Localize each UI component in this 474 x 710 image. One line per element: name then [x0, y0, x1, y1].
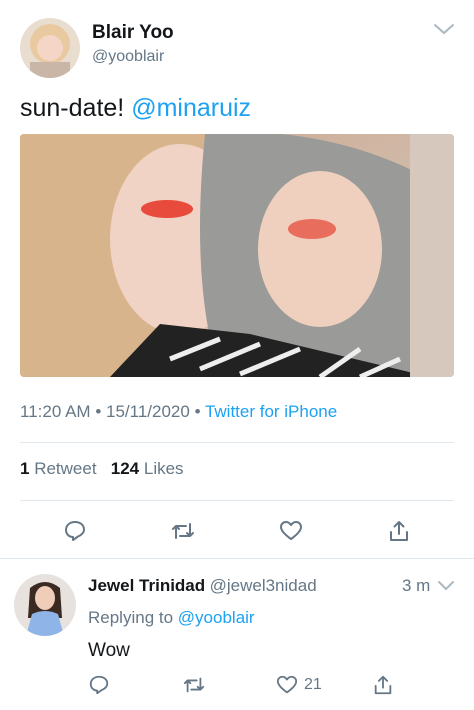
- like-count: 124: [110, 459, 140, 478]
- reply-timestamp: 3 m: [402, 576, 431, 595]
- tweet-source-link[interactable]: Twitter for iPhone: [205, 402, 337, 421]
- like-button[interactable]: [276, 516, 306, 546]
- reply-author-handle[interactable]: @jewel3nidad: [210, 576, 317, 595]
- tweet-photo[interactable]: [20, 134, 454, 377]
- retweet-button[interactable]: [168, 516, 198, 546]
- author-name[interactable]: Blair Yoo: [92, 22, 174, 44]
- section-divider: [0, 558, 474, 559]
- divider: [20, 500, 454, 501]
- reply-reply-button[interactable]: [86, 672, 112, 698]
- divider: [20, 442, 454, 443]
- tweet-body: sun-date!: [20, 94, 125, 122]
- author-avatar[interactable]: [20, 18, 80, 78]
- tweet-stats: 1 Retweet 124 Likes: [20, 459, 184, 479]
- chevron-down-icon[interactable]: [436, 578, 456, 594]
- share-icon: [374, 675, 392, 695]
- author-handle[interactable]: @yooblair: [92, 48, 164, 66]
- like-label: Likes: [143, 459, 184, 478]
- likes-stat[interactable]: 124 Likes: [111, 459, 184, 478]
- tweet-meta: 11:20 AM • 15/11/2020 • Twitter for iPho…: [20, 402, 337, 422]
- retweet-label: Retweet: [34, 459, 97, 478]
- share-button[interactable]: [384, 516, 414, 546]
- reply-text: Wow: [88, 640, 130, 661]
- reply-like-count: 21: [304, 676, 322, 693]
- replying-to: Replying to @yooblair: [88, 608, 255, 628]
- retweet-count: 1: [20, 459, 30, 478]
- replying-to-label: Replying to: [88, 608, 174, 627]
- reply-icon: [65, 521, 85, 541]
- retweet-icon: [183, 677, 205, 693]
- replying-to-link[interactable]: @yooblair: [178, 608, 255, 627]
- reply-retweet-button[interactable]: [180, 672, 208, 698]
- separator-dot: •: [95, 402, 106, 421]
- reply-like-button[interactable]: 21: [276, 672, 322, 698]
- mention-link[interactable]: @minaruiz: [131, 94, 251, 122]
- reply-author-avatar[interactable]: [14, 574, 76, 636]
- heart-icon: [280, 521, 302, 540]
- tweet-text: sun-date! @minaruiz: [20, 94, 251, 123]
- reply-author-name[interactable]: Jewel Trinidad: [88, 576, 205, 595]
- retweet-icon: [172, 523, 194, 539]
- chevron-down-icon[interactable]: [432, 20, 456, 38]
- reply-button[interactable]: [60, 516, 90, 546]
- reply-icon: [89, 675, 109, 695]
- reply-share-button[interactable]: [370, 672, 396, 698]
- separator-dot: •: [194, 402, 205, 421]
- tweet-time: 11:20 AM: [20, 402, 91, 421]
- share-icon: [390, 521, 408, 541]
- retweets-stat[interactable]: 1 Retweet: [20, 459, 97, 478]
- heart-icon: [276, 675, 298, 694]
- tweet-date: 15/11/2020: [106, 402, 190, 421]
- reply-header: Jewel Trinidad @jewel3nidad: [88, 576, 317, 596]
